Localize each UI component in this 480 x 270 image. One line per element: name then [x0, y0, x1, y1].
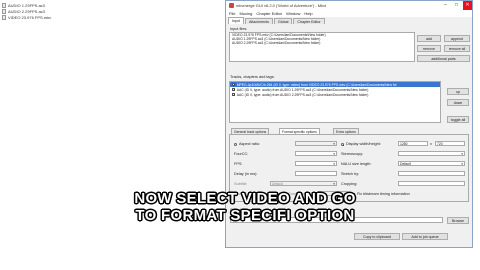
tab-input[interactable]: Input — [228, 17, 244, 24]
minimize-button[interactable]: – — [441, 1, 450, 10]
tracks-list[interactable]: MPEG-4p10/AVC/h.264 (ID 0, type: video) … — [229, 81, 441, 123]
fps-label: FPS: — [234, 162, 243, 166]
caption-line-2: TO FORMAT SPECIFI OPTION — [135, 207, 355, 224]
tab-attachments[interactable]: Attachments — [245, 18, 273, 24]
app-icon — [229, 3, 234, 8]
fourcc-select[interactable] — [295, 151, 337, 157]
tab-global[interactable]: Global — [273, 18, 293, 24]
menu-chapter-editor[interactable]: Chapter Editor — [256, 11, 282, 16]
aspect-ratio-label: Aspect ratio: — [239, 142, 261, 146]
fps-select[interactable] — [295, 161, 337, 167]
display-width-field[interactable]: 1280 — [398, 141, 428, 146]
stereoscopy-label: Stereoscopy: — [341, 152, 364, 156]
file-name: VIDEO 23.976 FPS.mkv — [8, 14, 52, 20]
copy-to-clipboard-button[interactable]: Copy to clipboard — [354, 233, 400, 240]
toggle-all-button[interactable]: toggle all — [447, 116, 469, 123]
fourcc-label: FourCC: — [234, 152, 249, 156]
checkbox-icon[interactable] — [232, 82, 236, 87]
menu-muxing[interactable]: Muxing — [239, 11, 252, 16]
delay-field[interactable] — [295, 171, 337, 176]
main-tabs: Input Attachments Global Chapter Editor — [226, 17, 472, 24]
append-button[interactable]: append — [444, 35, 470, 42]
up-button[interactable]: up — [447, 88, 469, 95]
track-label: AAC (ID 0, type: audio) from AUDIO 1.29F… — [236, 87, 369, 92]
track-item[interactable]: AAC (ID 0, type: audio) from AUDIO 2.29F… — [230, 92, 440, 97]
close-button[interactable]: ✕ — [463, 1, 472, 10]
file-icon — [2, 14, 6, 20]
file-name: AUDIO 1.29FPS.ac3 — [8, 2, 45, 8]
display-height-field[interactable]: 720 — [435, 141, 465, 146]
remove-all-button[interactable]: remove all — [444, 45, 470, 52]
aspect-ratio-select[interactable] — [295, 141, 337, 147]
tracks-label: Tracks, chapters and tags: — [230, 75, 275, 79]
file-icon — [2, 2, 6, 8]
subtitle-label: Subtitle — [234, 182, 247, 186]
stretch-field[interactable] — [398, 171, 465, 176]
file-item[interactable]: VIDEO 23.976 FPS.mkv — [2, 14, 51, 20]
remove-button[interactable]: remove — [417, 45, 441, 52]
checkbox-icon[interactable] — [232, 87, 236, 92]
menu-bar: File Muxing Chapter Editor Window Help — [226, 10, 472, 17]
file-explorer: AUDIO 1.29FPS.ac3 AUDIO 2.29FPS.ac3 VIDE… — [0, 0, 225, 270]
caption-line-1: NOW SELECT VIDEO AND GO — [134, 190, 356, 207]
display-wh-label: Display width/height: — [346, 142, 381, 146]
browse-button[interactable]: Browse — [447, 217, 469, 224]
down-button[interactable]: down — [447, 99, 469, 106]
file-icon — [2, 8, 6, 14]
stretch-label: Stretch by: — [341, 172, 360, 176]
checkbox-icon[interactable] — [232, 92, 236, 97]
additional-parts-button[interactable]: additional parts — [417, 55, 470, 62]
input-files-label: Input files: — [230, 27, 248, 31]
add-to-job-queue-button[interactable]: Add to job queue — [402, 233, 448, 240]
delay-label: Delay (in ms): — [234, 172, 258, 176]
nalu-label: NALU size length: — [341, 162, 372, 166]
file-name: AUDIO 2.29FPS.ac3 — [8, 8, 45, 14]
track-label: AAC (ID 0, type: audio) from AUDIO 2.29F… — [236, 92, 369, 97]
window-title: mkvmerge GUI v6.2.0 ('World of Adventure… — [236, 3, 327, 8]
video-caption: NOW SELECT VIDEO AND GO TO FORMAT SPECIF… — [100, 190, 390, 224]
cropping-field[interactable] — [398, 181, 465, 186]
display-wh-radio[interactable] — [341, 143, 345, 147]
add-button[interactable]: add — [417, 35, 441, 42]
maximize-button[interactable]: □ — [452, 1, 461, 10]
input-files-list[interactable]: VIDEO 23.976 FPS.mkv (C:\Users\lan\Docum… — [229, 32, 415, 62]
aspect-ratio-radio[interactable] — [234, 143, 238, 147]
menu-window[interactable]: Window — [286, 11, 300, 16]
title-bar[interactable]: mkvmerge GUI v6.2.0 ('World of Adventure… — [226, 1, 472, 10]
menu-file[interactable]: File — [229, 11, 235, 16]
input-file-item[interactable]: AUDIO 2.29FPS.ac3 (C:\Users\lan\Document… — [230, 41, 414, 45]
cropping-label: Cropping: — [341, 182, 358, 186]
track-label: MPEG-4p10/AVC/h.264 (ID 0, type: video) … — [236, 82, 397, 87]
stereoscopy-select[interactable] — [398, 151, 465, 157]
times-sign: x — [430, 142, 432, 146]
subtitle-select[interactable]: Default — [270, 181, 337, 187]
menu-help[interactable]: Help — [304, 11, 312, 16]
nalu-select[interactable]: Default — [398, 161, 465, 167]
tab-chapter-editor[interactable]: Chapter Editor — [293, 18, 325, 24]
